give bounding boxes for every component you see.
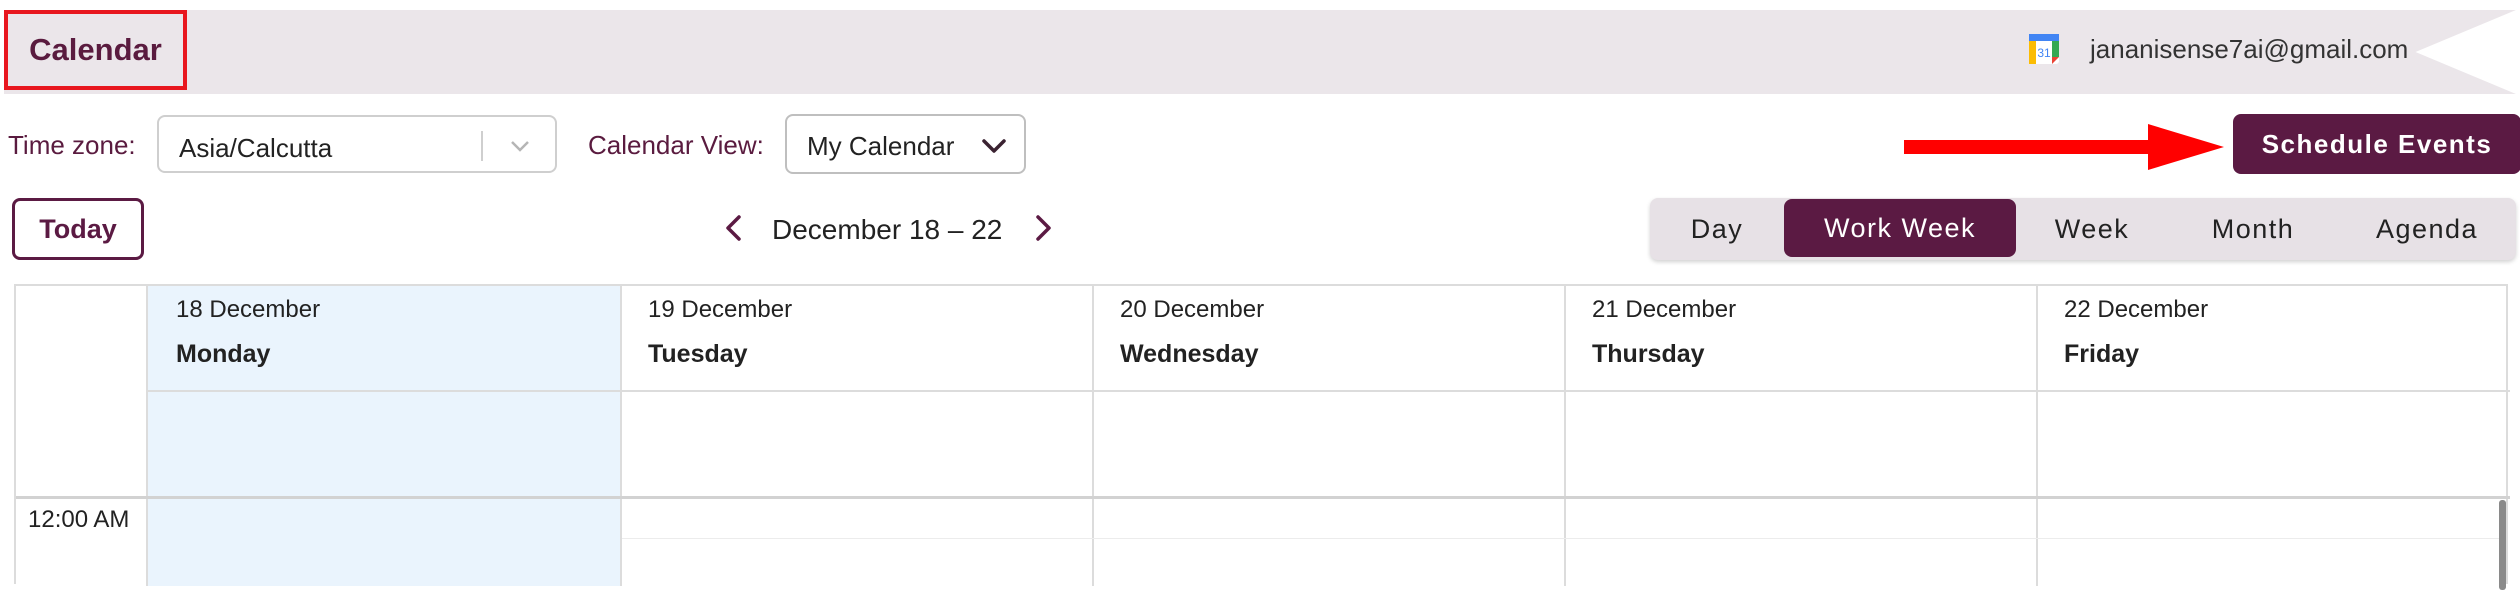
chevron-left-icon[interactable] — [718, 211, 752, 245]
calendar-view-select[interactable]: My Calendar — [785, 114, 1026, 174]
grid-divider — [1564, 286, 1566, 586]
day-name: Monday — [176, 340, 271, 368]
page-title: Calendar — [29, 32, 162, 67]
calendar-view-label: Calendar View: — [588, 130, 764, 160]
view-agenda-button[interactable]: Agenda — [2338, 198, 2516, 260]
view-day-button[interactable]: Day — [1650, 198, 1784, 260]
date-range-label: December 18 – 22 — [772, 214, 1003, 245]
today-button[interactable]: Today — [12, 198, 144, 260]
timezone-select[interactable]: Asia/Calcutta — [157, 115, 557, 173]
today-column-highlight — [148, 286, 620, 586]
chevron-down-icon[interactable] — [503, 129, 537, 163]
day-name: Tuesday — [648, 340, 748, 368]
grid-scrollbar[interactable] — [2499, 500, 2506, 590]
day-date: 21 December — [1592, 296, 1737, 323]
day-name: Friday — [2064, 340, 2140, 368]
timezone-label: Time zone: — [8, 130, 136, 160]
account-email: jananisense7ai@gmail.com — [2090, 34, 2409, 64]
view-work-week-button[interactable]: Work Week — [1784, 199, 2016, 257]
chevron-right-icon[interactable] — [1025, 211, 1059, 245]
view-switcher: Day Work Week Week Month Agenda — [1650, 198, 2516, 260]
timezone-value: Asia/Calcutta — [179, 133, 333, 163]
grid-divider — [1092, 286, 1094, 586]
day-date: 20 December — [1120, 296, 1265, 323]
grid-divider — [146, 286, 148, 586]
select-separator — [481, 131, 483, 161]
header-divider — [148, 390, 2510, 392]
calendar-grid: 18 December Monday 19 December Tuesday 2… — [14, 284, 2510, 590]
chevron-down-icon — [982, 139, 1006, 153]
calendar-icon-day: 31 — [2037, 46, 2051, 60]
view-week-button[interactable]: Week — [2016, 198, 2168, 260]
title-highlight-box: Calendar — [4, 10, 187, 90]
day-date: 18 December — [176, 296, 321, 323]
calendar-view-value: My Calendar — [807, 131, 955, 161]
allday-divider — [16, 496, 2510, 499]
grid-divider — [620, 286, 622, 586]
half-hour-line — [622, 538, 2502, 539]
time-slot-label: 12:00 AM — [28, 506, 130, 533]
day-date: 22 December — [2064, 296, 2209, 323]
day-name: Wednesday — [1120, 340, 1259, 368]
view-month-button[interactable]: Month — [2168, 198, 2338, 260]
annotation-arrow — [1904, 124, 2224, 170]
day-name: Thursday — [1592, 340, 1705, 368]
day-date: 19 December — [648, 296, 793, 323]
schedule-events-button[interactable]: Schedule Events — [2233, 114, 2520, 174]
google-calendar-icon: 31 — [2029, 34, 2059, 64]
grid-divider — [2036, 286, 2038, 586]
